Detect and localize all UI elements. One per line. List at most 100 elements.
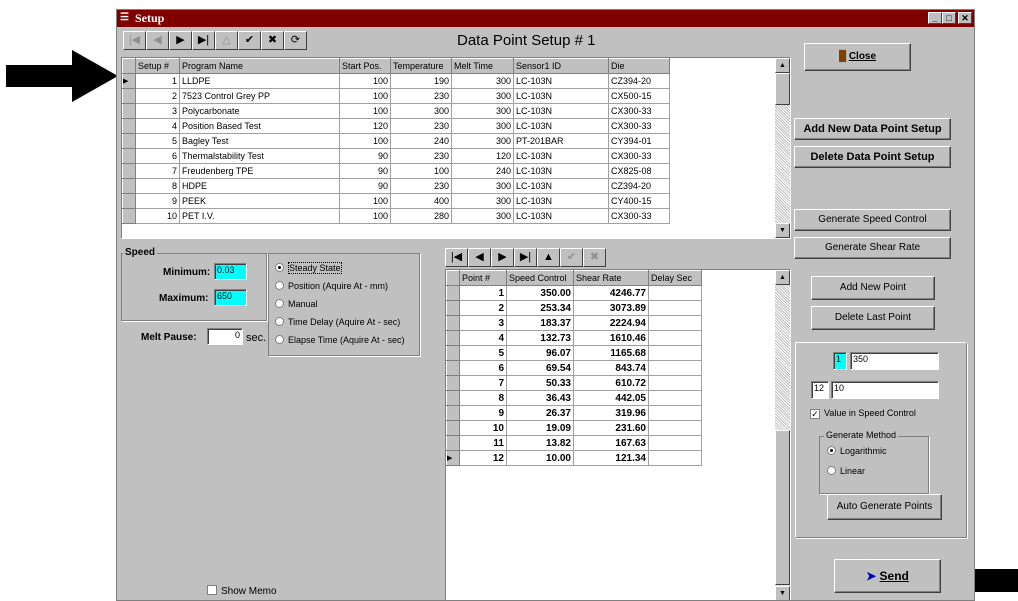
point-cell[interactable] xyxy=(648,360,702,376)
point-cell[interactable] xyxy=(648,315,702,331)
maximize-button[interactable]: □ xyxy=(942,12,956,24)
setup-cell[interactable]: HDPE xyxy=(179,178,340,194)
first-record-icon[interactable]: |◀ xyxy=(123,31,146,50)
generate-speed-control-button[interactable]: Generate Speed Control xyxy=(794,209,951,231)
row-indicator[interactable] xyxy=(446,420,460,436)
point-cell[interactable] xyxy=(648,450,702,466)
setup-cell[interactable]: 400 xyxy=(390,193,452,209)
end-index-field[interactable]: 12 xyxy=(811,381,829,399)
setup-row[interactable]: 2 7523 Control Grey PP 100 230 300 LC-103N CX5… xyxy=(122,88,670,104)
mode-radio[interactable]: Manual xyxy=(275,299,318,309)
setup-cell[interactable]: CZ394-20 xyxy=(608,178,670,194)
setup-cell[interactable]: 7523 Control Grey PP xyxy=(179,88,340,104)
point-cell[interactable]: 319.96 xyxy=(573,405,649,421)
points-scroll-up-icon[interactable]: ▲ xyxy=(775,270,790,285)
minimize-button[interactable]: _ xyxy=(928,12,942,24)
setup-cell[interactable]: LLDPE xyxy=(179,73,340,89)
linear-radio[interactable]: Linear xyxy=(827,466,865,476)
setup-cell[interactable]: 90 xyxy=(339,148,391,164)
last-record-icon[interactable]: ▶| xyxy=(192,31,215,50)
setup-cell[interactable]: 300 xyxy=(451,118,514,134)
point-cell[interactable]: 13.82 xyxy=(506,435,574,451)
setup-row[interactable]: ▶ 1 LLDPE 100 190 300 LC-103N CZ394-20 xyxy=(122,73,670,89)
scroll-thumb[interactable] xyxy=(775,73,790,105)
point-row[interactable]: 1 350.00 4246.77 xyxy=(446,285,702,301)
point-cell[interactable]: 3073.89 xyxy=(573,300,649,316)
point-cell[interactable] xyxy=(648,435,702,451)
setup-row[interactable]: 6 Thermalstability Test 90 230 120 LC-103N CX3… xyxy=(122,148,670,164)
add-new-point-button[interactable]: Add New Point xyxy=(811,276,935,300)
first-point-icon[interactable]: |◀ xyxy=(445,248,468,267)
prior-record-icon[interactable]: ◀ xyxy=(146,31,169,50)
row-indicator[interactable] xyxy=(122,163,136,179)
setup-cell[interactable]: PEEK xyxy=(179,193,340,209)
setup-scrollbar[interactable]: ▲ ▼ xyxy=(775,58,790,238)
setup-cell[interactable]: Thermalstability Test xyxy=(179,148,340,164)
row-indicator[interactable] xyxy=(122,88,136,104)
point-cell[interactable]: 10.00 xyxy=(506,450,574,466)
start-value-field[interactable]: 350 xyxy=(850,352,939,370)
point-cell[interactable]: 2 xyxy=(459,300,507,316)
post-record-icon[interactable]: ✔ xyxy=(238,31,261,50)
point-cell[interactable]: 4 xyxy=(459,330,507,346)
points-scroll-down-icon[interactable]: ▼ xyxy=(775,586,790,600)
setup-cell[interactable]: CX300-33 xyxy=(608,208,670,224)
setup-cell[interactable]: 90 xyxy=(339,178,391,194)
show-memo-checkbox[interactable]: Show Memo xyxy=(207,585,277,597)
setup-cell[interactable]: 230 xyxy=(390,178,452,194)
point-row[interactable]: 10 19.09 231.60 xyxy=(446,420,702,436)
points-grid[interactable]: Point # Speed Control Shear Rate Delay Sec … xyxy=(445,269,791,600)
setup-cell[interactable]: 300 xyxy=(451,133,514,149)
point-cell[interactable]: 7 xyxy=(459,375,507,391)
setup-cell[interactable]: LC-103N xyxy=(513,118,609,134)
setup-cell[interactable]: 230 xyxy=(390,118,452,134)
setup-cell[interactable]: 300 xyxy=(451,73,514,89)
setup-column-header[interactable]: Temperature xyxy=(390,58,452,74)
setup-cell[interactable]: 280 xyxy=(390,208,452,224)
setup-cell[interactable]: 300 xyxy=(451,103,514,119)
setup-row[interactable]: 10 PET I.V. 100 280 300 LC-103N CX300-33 xyxy=(122,208,670,224)
point-cell[interactable] xyxy=(648,300,702,316)
last-point-icon[interactable]: ▶| xyxy=(514,248,537,267)
point-row[interactable]: ▶ 12 10.00 121.34 xyxy=(446,450,702,466)
point-row[interactable]: 7 50.33 610.72 xyxy=(446,375,702,391)
next-point-icon[interactable]: ▶ xyxy=(491,248,514,267)
insert-point-icon[interactable]: ▲ xyxy=(537,248,560,267)
point-row[interactable]: 5 96.07 1165.68 xyxy=(446,345,702,361)
point-cell[interactable]: 36.43 xyxy=(506,390,574,406)
setup-cell[interactable]: CY394-01 xyxy=(608,133,670,149)
setup-column-header[interactable]: Program Name xyxy=(179,58,340,74)
setup-cell[interactable]: 230 xyxy=(390,148,452,164)
setup-cell[interactable]: 300 xyxy=(451,193,514,209)
scroll-down-icon[interactable]: ▼ xyxy=(775,223,790,238)
point-cell[interactable]: 6 xyxy=(459,360,507,376)
add-data-point-setup-button[interactable]: Add New Data Point Setup xyxy=(794,118,951,140)
setup-cell[interactable]: Bagley Test xyxy=(179,133,340,149)
setup-cell[interactable]: 100 xyxy=(390,163,452,179)
minimum-field[interactable]: 0.03 xyxy=(214,263,247,280)
row-indicator[interactable] xyxy=(446,390,460,406)
setup-cell[interactable]: CX300-33 xyxy=(608,148,670,164)
setup-cell[interactable]: 240 xyxy=(390,133,452,149)
row-indicator[interactable]: ▶ xyxy=(446,450,460,466)
setup-cell[interactable]: 5 xyxy=(135,133,180,149)
close-button[interactable]: █ Close xyxy=(804,43,911,71)
setup-cell[interactable]: 90 xyxy=(339,163,391,179)
point-cell[interactable]: 11 xyxy=(459,435,507,451)
setup-cell[interactable]: 2 xyxy=(135,88,180,104)
setup-cell[interactable]: LC-103N xyxy=(513,148,609,164)
point-row[interactable]: 9 26.37 319.96 xyxy=(446,405,702,421)
point-cell[interactable]: 350.00 xyxy=(506,285,574,301)
setup-cell[interactable]: PET I.V. xyxy=(179,208,340,224)
point-cell[interactable]: 3 xyxy=(459,315,507,331)
point-cell[interactable] xyxy=(648,390,702,406)
setup-cell[interactable]: 8 xyxy=(135,178,180,194)
setup-cell[interactable]: LC-103N xyxy=(513,103,609,119)
points-column-header[interactable]: Speed Control xyxy=(506,270,574,286)
point-cell[interactable]: 4246.77 xyxy=(573,285,649,301)
setup-cell[interactable]: 100 xyxy=(339,193,391,209)
point-cell[interactable]: 253.34 xyxy=(506,300,574,316)
delete-data-point-setup-button[interactable]: Delete Data Point Setup xyxy=(794,146,951,168)
point-row[interactable]: 11 13.82 167.63 xyxy=(446,435,702,451)
prior-point-icon[interactable]: ◀ xyxy=(468,248,491,267)
